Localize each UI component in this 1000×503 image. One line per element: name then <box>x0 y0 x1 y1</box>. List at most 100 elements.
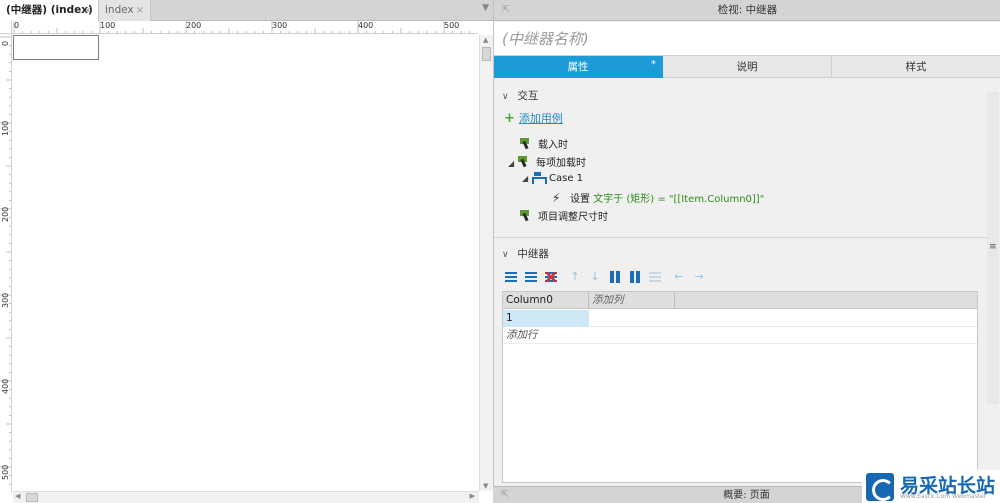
horizontal-ruler <box>12 21 478 34</box>
inspector-tabs: 属性 * 说明 样式 <box>494 56 1000 78</box>
move-right-icon[interactable]: → <box>692 270 706 284</box>
table-cell[interactable]: 1 <box>503 310 589 327</box>
inspector-header: ⇱ 检视: 中继器 <box>494 0 1000 21</box>
ruler-label: 500 <box>444 21 460 30</box>
tab-properties[interactable]: 属性 * <box>494 56 663 78</box>
insert-row-above-icon[interactable] <box>504 270 518 284</box>
ruler-label: 100 <box>1 120 10 136</box>
properties-scrollbar[interactable]: ≡ <box>987 92 999 404</box>
insert-row-below-icon[interactable] <box>524 270 538 284</box>
delete-row-icon[interactable] <box>544 270 558 284</box>
ruler-label: 200 <box>1 206 10 222</box>
grid-header: Column0 添加列 <box>503 292 977 309</box>
move-down-icon[interactable]: ↓ <box>588 270 602 284</box>
column-header[interactable]: Column0 <box>503 292 589 309</box>
interaction-section-header[interactable]: ∨ 交互 <box>502 88 538 103</box>
add-row: 添加行 <box>503 327 977 344</box>
table-row: 1 <box>503 310 977 327</box>
pin-icon[interactable]: ⇱ <box>502 0 510 21</box>
ruler-ticks <box>13 21 471 33</box>
scrollbar-grip-icon[interactable]: ≡ <box>989 242 997 252</box>
tab-notes[interactable]: 说明 <box>663 56 832 78</box>
insert-column-left-icon[interactable] <box>608 270 622 284</box>
add-case-label: 添加用例 <box>518 112 563 125</box>
canvas-pane: (中继器) (index) × index × ▼ 0 100 200 300 … <box>0 0 493 503</box>
tab-label: index <box>105 4 134 16</box>
event-label: 项目调整尺寸时 <box>538 212 608 223</box>
ruler-label: 400 <box>1 378 10 394</box>
case-1[interactable]: ◢ Case 1 <box>522 172 583 184</box>
ruler-label: 500 <box>1 464 10 480</box>
move-left-icon[interactable]: ← <box>672 270 686 284</box>
vertical-ruler <box>0 34 12 492</box>
expand-triangle-icon[interactable]: ◢ <box>508 159 518 168</box>
scrollbar-thumb[interactable] <box>482 47 491 61</box>
ruler-label: 200 <box>186 21 202 30</box>
canvas-tab-bar: (中继器) (index) × index × ▼ <box>0 0 493 21</box>
design-canvas[interactable] <box>13 35 478 491</box>
ruler-label: 300 <box>272 21 288 30</box>
chevron-down-icon[interactable]: ∨ <box>502 250 514 260</box>
ruler-label: 300 <box>1 292 10 308</box>
logo-icon <box>866 473 894 501</box>
status-text: 概要: 页面 <box>723 490 770 501</box>
insert-column-right-icon[interactable] <box>628 270 642 284</box>
repeater-data-grid[interactable]: Column0 添加列 1 添加行 <box>502 291 978 483</box>
case-label: Case 1 <box>549 173 584 184</box>
event-label: 载入时 <box>538 140 568 151</box>
section-label: 交互 <box>517 90 539 102</box>
tab-repeater-index[interactable]: (中继器) (index) × <box>0 0 99 21</box>
case-icon <box>532 172 547 184</box>
repeater-name-input[interactable] <box>494 22 1000 56</box>
tab-label: 说明 <box>736 61 758 73</box>
tab-index[interactable]: index × <box>99 0 151 21</box>
lightning-icon: ⚡ <box>552 191 561 205</box>
ruler-label: 0 <box>1 40 10 46</box>
repeater-section-header[interactable]: ∨ 中继器 <box>502 246 549 261</box>
move-up-icon[interactable]: ↑ <box>568 270 582 284</box>
event-on-item-resize[interactable]: 项目调整尺寸时 <box>520 208 608 223</box>
event-icon <box>520 138 532 149</box>
ruler-corner <box>0 21 12 34</box>
ruler-label: 0 <box>14 21 20 30</box>
pin-icon[interactable]: ⇱ <box>501 487 509 503</box>
delete-column-icon <box>648 270 662 284</box>
tab-label: 样式 <box>905 61 927 73</box>
logo-subtext: Www.Easck.Com Webmaster <box>900 493 987 500</box>
chevron-down-icon[interactable]: ▼ <box>482 3 489 13</box>
add-column-cell[interactable]: 添加列 <box>589 292 675 309</box>
section-label: 中继器 <box>517 248 549 260</box>
vertical-scrollbar[interactable]: ▲ ▼ <box>479 35 493 491</box>
repeater-widget[interactable] <box>13 35 99 60</box>
watermark-logo: 易采站长站 Www.Easck.Com Webmaster <box>862 470 1000 503</box>
arrow-down-icon[interactable]: ▼ <box>483 482 488 490</box>
event-icon <box>520 210 532 221</box>
event-icon <box>518 156 530 167</box>
action-set-text[interactable]: ⚡ 设置 文字于 (矩形) = "[[Item.Column0]]" <box>552 190 764 205</box>
event-on-item-load[interactable]: ◢ 每项加载时 <box>508 154 586 169</box>
section-divider <box>494 237 987 238</box>
expand-triangle-icon[interactable]: ◢ <box>522 174 532 183</box>
add-case-link[interactable]: + 添加用例 <box>504 110 563 126</box>
arrow-left-icon[interactable]: ◀ <box>15 492 20 500</box>
plus-icon: + <box>504 111 515 126</box>
close-icon[interactable]: × <box>136 0 144 21</box>
event-label: 每项加载时 <box>536 158 586 169</box>
tab-label: 属性 <box>567 61 589 73</box>
action-prefix: 设置 <box>570 194 594 205</box>
arrow-right-icon[interactable]: ▶ <box>470 492 475 500</box>
tab-label: (中继器) (index) <box>6 4 93 16</box>
chevron-down-icon[interactable]: ∨ <box>502 92 514 102</box>
modified-marker: * <box>651 59 656 70</box>
action-detail: 文字于 (矩形) = "[[Item.Column0]]" <box>593 194 765 205</box>
scrollbar-thumb[interactable] <box>26 493 38 502</box>
ruler-label: 400 <box>358 21 374 30</box>
event-on-load[interactable]: 载入时 <box>520 136 568 151</box>
add-row-cell[interactable]: 添加行 <box>503 327 538 344</box>
horizontal-scrollbar[interactable]: ◀ ▶ <box>13 491 479 503</box>
close-icon[interactable]: × <box>84 0 92 21</box>
arrow-up-icon[interactable]: ▲ <box>483 36 488 44</box>
tab-style[interactable]: 样式 <box>832 56 1000 78</box>
ruler-label: 100 <box>100 21 116 30</box>
inspector-title: 检视: 中继器 <box>717 4 778 16</box>
